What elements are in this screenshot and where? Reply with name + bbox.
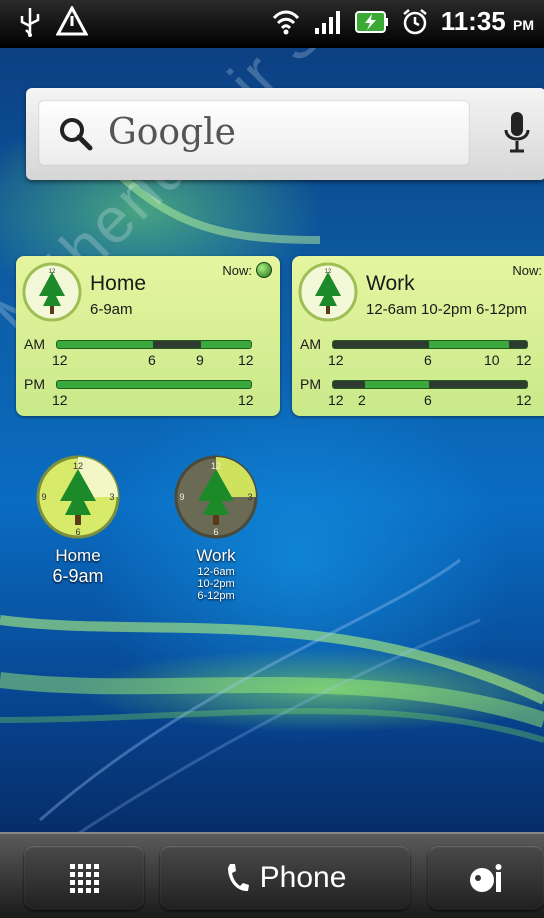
cedar-clock-icon: 12 3 6 9 bbox=[36, 455, 120, 539]
phone-icon bbox=[227, 864, 249, 892]
widget-hours: 6-9am bbox=[90, 301, 133, 318]
shortcut-title: Work bbox=[196, 546, 236, 565]
tick-label: 6 bbox=[148, 352, 156, 368]
status-bar: 11:35 PM bbox=[0, 0, 544, 48]
svg-text:9: 9 bbox=[179, 492, 184, 502]
battery-charging-icon bbox=[354, 10, 388, 33]
am-label: AM bbox=[24, 336, 45, 352]
tick-label: 9 bbox=[196, 352, 204, 368]
phone-label: Phone bbox=[259, 861, 347, 894]
work-schedule-widget[interactable]: 12 Work 12-6am 10-2pm 6-12pm Now: AM 12 … bbox=[292, 256, 544, 416]
shortcut-hours-line: 10-2pm bbox=[197, 578, 235, 590]
pm-label: PM bbox=[300, 376, 321, 392]
now-label: Now: bbox=[512, 262, 542, 278]
clock-time: 11:35 bbox=[440, 6, 506, 36]
am-label: AM bbox=[300, 336, 321, 352]
signal-icon bbox=[314, 10, 340, 34]
pm-timeline-bar bbox=[332, 380, 528, 389]
warning-icon bbox=[56, 6, 88, 36]
personalize-button[interactable] bbox=[428, 846, 544, 910]
svg-text:6: 6 bbox=[75, 527, 80, 537]
widget-title: Work bbox=[366, 272, 415, 295]
home-schedule-widget[interactable]: 12 Home 6-9am Now: AM 12 6 9 12 PM 12 12 bbox=[16, 256, 280, 416]
svg-text:12: 12 bbox=[49, 269, 56, 275]
cedar-clock-icon: 12 3 6 9 bbox=[174, 455, 258, 539]
shortcut-hours-line: 6-12pm bbox=[197, 590, 235, 602]
now-label: Now: bbox=[222, 262, 252, 278]
search-icon bbox=[60, 118, 93, 151]
microphone-icon[interactable] bbox=[502, 110, 532, 154]
shortcut-hours: 6-9am bbox=[52, 566, 104, 586]
tick-label: 12 bbox=[328, 352, 344, 368]
tick-label: 12 bbox=[516, 352, 532, 368]
widget-hours: 12-6am 10-2pm 6-12pm bbox=[366, 301, 527, 318]
status-dot-icon bbox=[256, 262, 272, 278]
personalize-icon bbox=[470, 864, 502, 892]
google-search-widget[interactable]: Google bbox=[26, 88, 544, 180]
cedar-clock-icon: 12 bbox=[298, 262, 358, 322]
svg-text:6: 6 bbox=[213, 527, 218, 537]
tick-label: 10 bbox=[484, 352, 500, 368]
svg-text:12: 12 bbox=[211, 461, 221, 471]
tick-label: 12 bbox=[238, 392, 254, 408]
tick-label: 12 bbox=[52, 392, 68, 408]
am-timeline-bar bbox=[56, 340, 252, 349]
status-clock: 11:35 PM bbox=[441, 6, 534, 37]
tick-label: 12 bbox=[52, 352, 68, 368]
svg-text:12: 12 bbox=[73, 461, 83, 471]
phone-button[interactable]: Phone bbox=[160, 846, 410, 910]
work-shortcut[interactable]: 12 3 6 9 Work 12-6am 10-2pm 6-12pm bbox=[170, 455, 262, 602]
shortcut-hours-line: 12-6am bbox=[197, 566, 235, 578]
now-indicator: Now: bbox=[512, 262, 544, 278]
tick-label: 6 bbox=[424, 352, 432, 368]
cedar-clock-icon: 12 bbox=[22, 262, 82, 322]
all-apps-button[interactable] bbox=[24, 846, 144, 910]
pm-timeline-bar bbox=[56, 380, 252, 389]
svg-text:9: 9 bbox=[41, 492, 46, 502]
wifi-icon bbox=[272, 10, 299, 34]
pm-label: PM bbox=[24, 376, 45, 392]
alarm-icon bbox=[402, 8, 427, 34]
svg-text:12: 12 bbox=[325, 269, 332, 275]
tick-label: 2 bbox=[358, 392, 366, 408]
tick-label: 6 bbox=[424, 392, 432, 408]
shortcut-title: Home bbox=[55, 546, 101, 565]
svg-text:3: 3 bbox=[109, 492, 114, 502]
search-input[interactable]: Google bbox=[38, 100, 470, 166]
search-label: Google bbox=[108, 112, 236, 153]
svg-text:3: 3 bbox=[247, 492, 252, 502]
bottom-dock: Phone bbox=[0, 832, 544, 918]
am-timeline-bar bbox=[332, 340, 528, 349]
tick-label: 12 bbox=[328, 392, 344, 408]
usb-icon bbox=[20, 8, 40, 37]
clock-ampm: PM bbox=[513, 17, 534, 33]
tick-label: 12 bbox=[516, 392, 532, 408]
home-shortcut[interactable]: 12 3 6 9 Home 6-9am bbox=[32, 455, 124, 587]
widget-title: Home bbox=[90, 272, 147, 295]
app-grid-icon bbox=[70, 864, 99, 893]
tick-label: 12 bbox=[238, 352, 254, 368]
now-indicator: Now: bbox=[222, 262, 272, 278]
